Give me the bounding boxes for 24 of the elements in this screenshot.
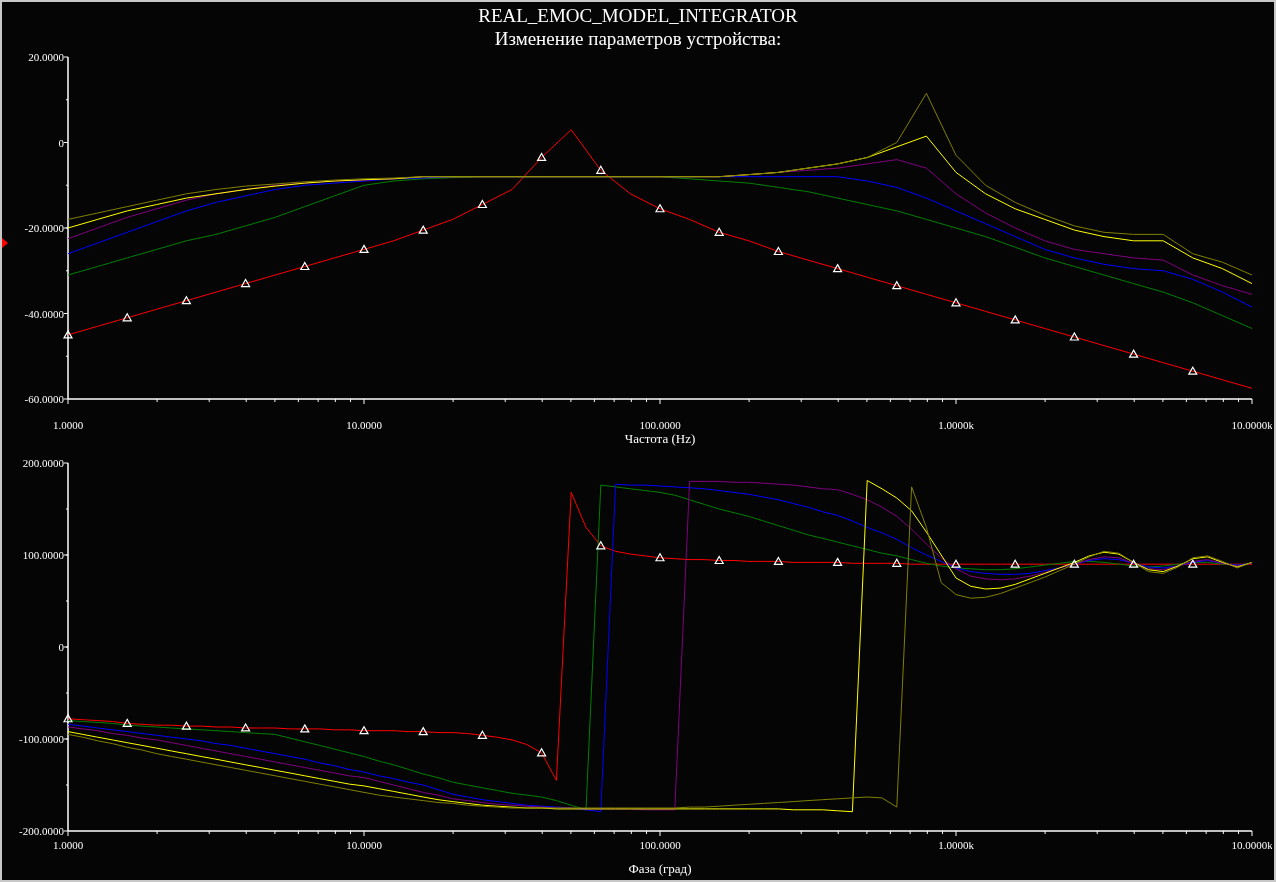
y-tick-label: -40.0000 xyxy=(24,307,64,320)
y-tick-label: 200.0000 xyxy=(22,457,64,469)
y-tick-label: -200.0000 xyxy=(19,825,64,837)
y-tick-label: 20.0000 xyxy=(28,51,64,63)
plot-title: REAL_EMOC_MODEL_INTEGRATOR xyxy=(478,4,798,27)
x-tick-label: 10.0000k xyxy=(1231,839,1272,851)
plot-subtitle: Изменение параметров устройства: xyxy=(494,27,782,50)
y-tick-label: -60.0000 xyxy=(24,393,64,405)
x-axis-label: Частота (Hz) xyxy=(624,431,696,446)
x-tick-label: 10.0000 xyxy=(346,419,382,431)
y-tick-label: 100.0000 xyxy=(22,549,64,561)
x-tick-label: 10.0000 xyxy=(346,839,382,851)
x-axis-label: Фаза (град) xyxy=(628,861,692,876)
x-tick-label: 1.0000k xyxy=(938,839,974,851)
y-tick-label: -100.0000 xyxy=(19,733,64,745)
y-tick-label: 0 xyxy=(58,641,64,653)
y-tick-label: 0 xyxy=(58,136,64,149)
x-tick-label: 1.0000 xyxy=(52,419,84,431)
x-tick-label: 10.0000k xyxy=(1231,419,1272,431)
x-tick-label: 100.0000 xyxy=(639,839,681,851)
x-tick-label: 1.0000k xyxy=(938,419,974,431)
x-tick-label: 1.0000 xyxy=(52,839,84,851)
y-tick-label: -20.0000 xyxy=(24,222,64,234)
x-tick-label: 100.0000 xyxy=(639,419,681,431)
